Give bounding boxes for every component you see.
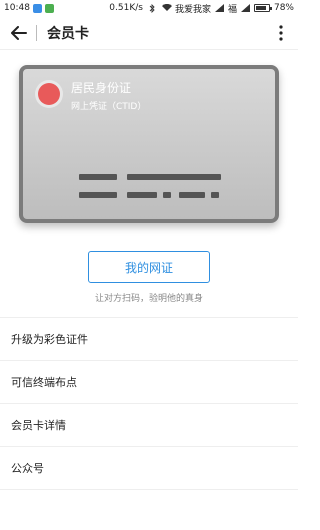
card-avatar bbox=[35, 80, 63, 108]
app-header: 会员卡 bbox=[0, 16, 298, 50]
network-speed: 0.51K/s bbox=[109, 3, 143, 13]
notification-icon bbox=[44, 3, 54, 13]
more-options-button[interactable] bbox=[272, 22, 290, 44]
page-title: 会员卡 bbox=[47, 25, 89, 42]
masked-bar bbox=[179, 192, 205, 198]
status-time: 10:48 bbox=[4, 3, 30, 13]
masked-bar bbox=[127, 174, 221, 180]
list-item-card-details[interactable]: 会员卡详情 bbox=[0, 404, 298, 447]
signal-icon bbox=[240, 4, 250, 12]
my-eid-button[interactable]: 我的网证 bbox=[88, 251, 210, 283]
masked-bar bbox=[163, 192, 171, 198]
carrier-label: 福 bbox=[227, 4, 237, 15]
list-item-trusted-terminal[interactable]: 可信终端布点 bbox=[0, 361, 298, 404]
id-card[interactable]: 居民身份证 网上凭证（CTID） bbox=[19, 65, 279, 223]
scan-hint: 让对方扫码，验明他的真身 bbox=[94, 294, 203, 304]
list-item-upgrade-color[interactable]: 升级为彩色证件 bbox=[0, 318, 298, 361]
wifi-icon bbox=[161, 3, 172, 12]
status-bar: 10:48 0.51K/s 我爱我家 福 78% bbox=[0, 0, 298, 16]
bluetooth-icon bbox=[149, 3, 158, 14]
more-vertical-icon bbox=[279, 24, 283, 41]
card-subtitle: 网上凭证（CTID） bbox=[71, 102, 147, 112]
arrow-left-icon bbox=[11, 25, 27, 40]
battery-icon bbox=[253, 4, 272, 12]
carrier-label: 我爱我家 bbox=[174, 4, 211, 15]
card-name: 居民身份证 bbox=[71, 81, 132, 95]
notification-icon bbox=[32, 3, 42, 13]
masked-bar bbox=[79, 174, 117, 180]
masked-bar bbox=[79, 192, 117, 198]
signal-icon bbox=[214, 4, 224, 12]
header-divider bbox=[36, 24, 37, 41]
menu-list: 升级为彩色证件 可信终端布点 会员卡详情 公众号 bbox=[0, 318, 298, 490]
back-button[interactable] bbox=[8, 22, 30, 44]
list-item-official-account[interactable]: 公众号 bbox=[0, 447, 298, 490]
masked-bar bbox=[127, 192, 157, 198]
masked-bar bbox=[211, 192, 219, 198]
battery-level: 78% bbox=[273, 3, 294, 13]
